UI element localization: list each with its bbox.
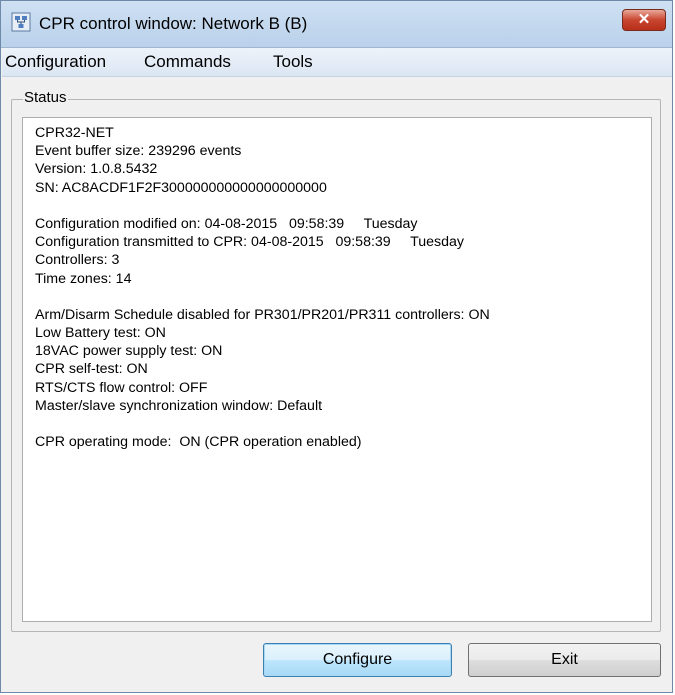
status-group-label: Status: [23, 89, 68, 106]
cpr-control-window: CPR control window: Network B (B) ✕ Conf…: [0, 0, 673, 693]
status-line: Low Battery test: ON: [35, 325, 166, 342]
status-line: CPR self-test: ON: [35, 361, 148, 378]
status-text: CPR32-NET Event buffer size: 239296 even…: [35, 124, 490, 451]
status-line: Arm/Disarm Schedule disabled for PR301/P…: [35, 306, 490, 323]
configure-button[interactable]: Configure: [263, 643, 452, 677]
status-textbox[interactable]: CPR32-NET Event buffer size: 239296 even…: [22, 117, 652, 622]
status-line: SN: AC8ACDF1F2F300000000000000000000: [35, 179, 327, 196]
status-line-blank: [35, 197, 490, 215]
close-icon: ✕: [637, 11, 651, 28]
status-line: CPR operating mode: ON (CPR operation en…: [35, 434, 362, 451]
menu-tools[interactable]: Tools: [273, 52, 313, 72]
status-line: Configuration modified on: 04-08-2015 09…: [35, 215, 418, 232]
status-line: Configuration transmitted to CPR: 04-08-…: [35, 234, 465, 251]
menu-commands[interactable]: Commands: [144, 52, 231, 72]
menu-configuration[interactable]: Configuration: [5, 52, 106, 72]
menu-bar: Configuration Commands Tools: [2, 48, 672, 77]
status-line: Event buffer size: 239296 events: [35, 143, 242, 160]
window-title: CPR control window: Network B (B): [39, 14, 308, 33]
status-line: Master/slave synchronization window: Def…: [35, 397, 323, 414]
status-line: 18VAC power supply test: ON: [35, 343, 223, 360]
close-button[interactable]: ✕: [622, 9, 666, 31]
status-line-blank: [35, 288, 490, 306]
network-app-icon: [11, 12, 31, 32]
status-line: Time zones: 14: [35, 270, 132, 287]
status-line: CPR32-NET: [35, 125, 114, 141]
status-line: Controllers: 3: [35, 252, 120, 269]
title-bar[interactable]: CPR control window: Network B (B) ✕: [1, 1, 672, 48]
status-line: RTS/CTS flow control: OFF: [35, 379, 208, 396]
status-line: Version: 1.0.8.5432: [35, 161, 158, 178]
exit-button[interactable]: Exit: [468, 643, 661, 677]
status-line-blank: [35, 415, 490, 433]
